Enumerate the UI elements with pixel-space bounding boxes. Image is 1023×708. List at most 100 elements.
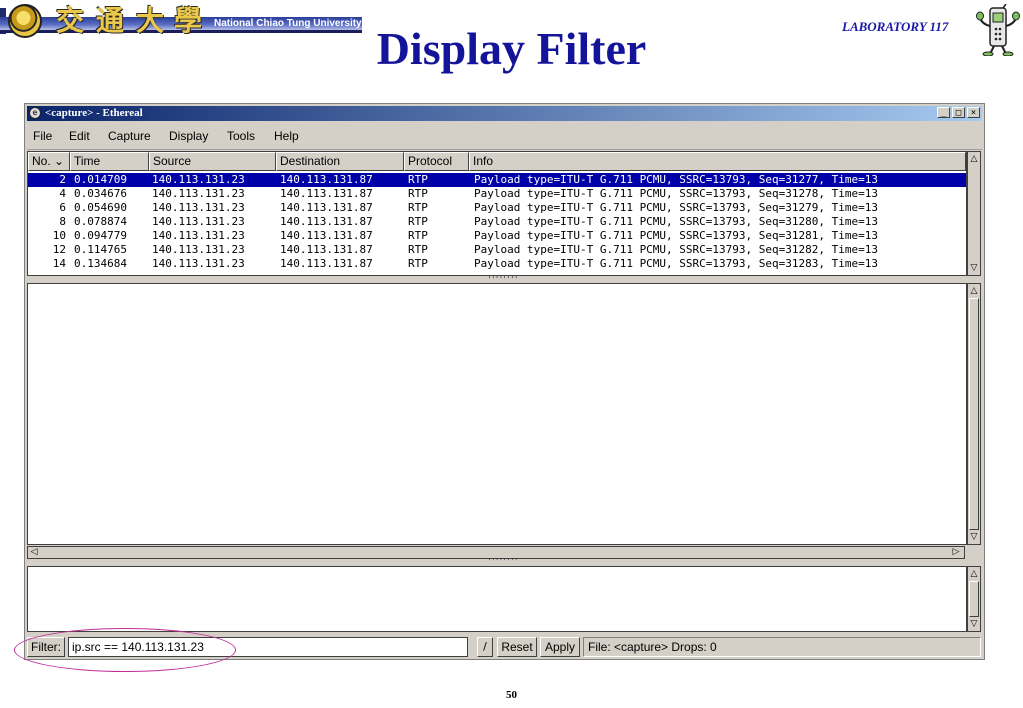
cell-source: 140.113.131.23: [152, 201, 245, 214]
cell-no: 14: [52, 257, 66, 270]
scroll-down-arrow-icon[interactable]: ▽: [968, 261, 980, 275]
menu-edit[interactable]: Edit: [69, 129, 90, 143]
scroll-up-arrow-icon[interactable]: △: [968, 284, 980, 298]
capture-status-text: File: <capture> Drops: 0: [583, 637, 981, 657]
scroll-up-arrow-icon[interactable]: △: [968, 567, 980, 581]
cell-info: Payload type=ITU-T G.711 PCMU, SSRC=1379…: [474, 201, 878, 214]
menu-file[interactable]: File: [33, 129, 52, 143]
cell-info: Payload type=ITU-T G.711 PCMU, SSRC=1379…: [474, 173, 878, 186]
packet-list-scrollbar[interactable]: △ ▽: [967, 151, 981, 276]
cell-time: 0.078874: [74, 215, 127, 228]
packet-row[interactable]: 10 0.094779 140.113.131.23 140.113.131.87 RT…: [28, 229, 966, 243]
cell-no: 8: [59, 215, 66, 228]
cell-destination: 140.113.131.87: [280, 229, 373, 242]
window-titlebar[interactable]: e <capture> - Ethereal _ □ ×: [27, 106, 982, 121]
scroll-left-arrow-icon[interactable]: ◁: [28, 546, 40, 558]
menu-help[interactable]: Help: [274, 129, 299, 143]
ethereal-app-icon: e: [29, 107, 41, 119]
cell-info: Payload type=ITU-T G.711 PCMU, SSRC=1379…: [474, 187, 878, 200]
cell-protocol: RTP: [408, 229, 428, 242]
cell-destination: 140.113.131.87: [280, 201, 373, 214]
cell-destination: 140.113.131.87: [280, 243, 373, 256]
cell-info: Payload type=ITU-T G.711 PCMU, SSRC=1379…: [474, 229, 878, 242]
filter-history-dropdown[interactable]: /: [477, 637, 493, 657]
column-header-source[interactable]: Source: [149, 152, 276, 171]
ethereal-window: e <capture> - Ethereal _ □ × File Edit C…: [24, 103, 985, 660]
column-header-destination[interactable]: Destination: [276, 152, 404, 171]
column-header-time[interactable]: Time: [70, 152, 149, 171]
scroll-up-arrow-icon[interactable]: △: [968, 152, 980, 166]
column-header-no[interactable]: No. ⌄: [28, 152, 70, 171]
packet-row[interactable]: 12 0.114765 140.113.131.23 140.113.131.87 RT…: [28, 243, 966, 257]
packet-details-pane[interactable]: [27, 283, 967, 545]
cell-protocol: RTP: [408, 201, 428, 214]
column-header-info[interactable]: Info: [469, 152, 966, 171]
maximize-button[interactable]: □: [952, 107, 965, 118]
cell-source: 140.113.131.23: [152, 215, 245, 228]
menu-help-label: Help: [274, 129, 299, 143]
cell-time: 0.094779: [74, 229, 127, 242]
packet-row[interactable]: 14 0.134684 140.113.131.23 140.113.131.87 RT…: [28, 257, 966, 271]
apply-button[interactable]: Apply: [540, 637, 580, 657]
details-scrollbar[interactable]: △ ▽: [967, 283, 981, 545]
cell-info: Payload type=ITU-T G.711 PCMU, SSRC=1379…: [474, 257, 878, 270]
cell-destination: 140.113.131.87: [280, 257, 373, 270]
packet-row[interactable]: 6 0.054690 140.113.131.23 140.113.131.87 RTP…: [28, 201, 966, 215]
packet-bytes-pane[interactable]: [27, 566, 967, 632]
close-button[interactable]: ×: [967, 107, 980, 118]
window-title: <capture> - Ethereal: [45, 107, 143, 119]
menu-tools-label: Tools: [227, 129, 256, 143]
cellphone-mascot-icon: [976, 4, 1020, 56]
cell-destination: 140.113.131.87: [280, 215, 373, 228]
cell-time: 0.134684: [74, 257, 127, 270]
cell-source: 140.113.131.23: [152, 257, 245, 270]
cell-time: 0.054690: [74, 201, 127, 214]
bytes-scroll-thumb[interactable]: [969, 581, 979, 617]
packet-row[interactable]: 2 0.014709 140.113.131.23 140.113.131.87 RTP…: [28, 173, 966, 187]
reset-button[interactable]: Reset: [497, 637, 537, 657]
menu-tools[interactable]: Tools: [227, 129, 255, 143]
scroll-down-arrow-icon[interactable]: ▽: [968, 617, 980, 631]
cell-no: 12: [52, 243, 66, 256]
cell-source: 140.113.131.23: [152, 229, 245, 242]
menu-file-label: File: [33, 129, 53, 143]
column-header-protocol[interactable]: Protocol: [404, 152, 469, 171]
cell-protocol: RTP: [408, 187, 428, 200]
packet-row[interactable]: 4 0.034676 140.113.131.23 140.113.131.87 RTP…: [28, 187, 966, 201]
cell-source: 140.113.131.23: [152, 173, 245, 186]
cell-time: 0.114765: [74, 243, 127, 256]
cell-protocol: RTP: [408, 173, 428, 186]
cell-protocol: RTP: [408, 215, 428, 228]
packet-list[interactable]: No. ⌄ Time Source Destination Protocol I…: [27, 151, 967, 276]
scroll-right-arrow-icon[interactable]: ▷: [950, 546, 962, 558]
cell-destination: 140.113.131.87: [280, 187, 373, 200]
menu-display-label: Display: [169, 129, 209, 143]
page-number: 50: [506, 689, 517, 701]
cell-source: 140.113.131.23: [152, 187, 245, 200]
cell-source: 140.113.131.23: [152, 243, 245, 256]
pane-splitter-grip[interactable]: '''''''': [487, 558, 519, 566]
filter-highlight-ellipse: [14, 628, 236, 672]
cell-no: 4: [59, 187, 66, 200]
lab-label: LABORATORY 117: [842, 19, 949, 34]
cell-no: 6: [59, 201, 66, 214]
cell-protocol: RTP: [408, 257, 428, 270]
menu-capture-label: Capture: [108, 129, 151, 143]
cell-info: Payload type=ITU-T G.711 PCMU, SSRC=1379…: [474, 243, 878, 256]
cell-info: Payload type=ITU-T G.711 PCMU, SSRC=1379…: [474, 215, 878, 228]
cell-protocol: RTP: [408, 243, 428, 256]
menu-bar: File Edit Capture Display Tools Help: [27, 123, 982, 150]
packet-row[interactable]: 8 0.078874 140.113.131.23 140.113.131.87 RTP…: [28, 215, 966, 229]
cell-destination: 140.113.131.87: [280, 173, 373, 186]
cell-time: 0.014709: [74, 173, 127, 186]
cell-time: 0.034676: [74, 187, 127, 200]
minimize-button[interactable]: _: [937, 107, 950, 118]
cell-no: 10: [52, 229, 66, 242]
menu-capture[interactable]: Capture: [108, 129, 151, 143]
menu-edit-label: Edit: [69, 129, 90, 143]
details-scroll-thumb[interactable]: [969, 298, 979, 530]
cell-no: 2: [59, 173, 66, 186]
scroll-down-arrow-icon[interactable]: ▽: [968, 530, 980, 544]
menu-display[interactable]: Display: [169, 129, 208, 143]
bytes-scrollbar[interactable]: △ ▽: [967, 566, 981, 632]
